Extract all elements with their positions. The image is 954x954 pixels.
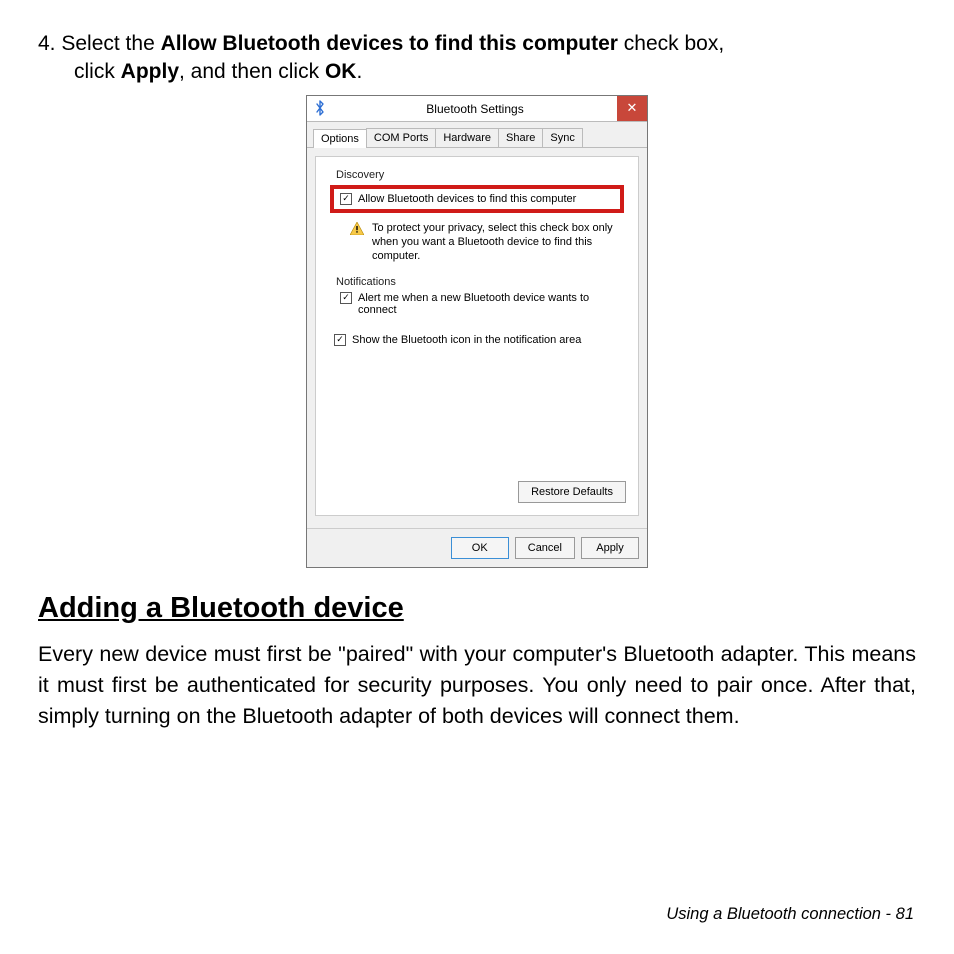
alert-label: Alert me when a new Bluetooth device wan…: [358, 292, 624, 316]
step-number: 4.: [38, 32, 56, 55]
allow-discovery-label: Allow Bluetooth devices to find this com…: [358, 193, 576, 205]
discovery-group-label: Discovery: [336, 169, 628, 181]
tab-share[interactable]: Share: [498, 128, 543, 147]
dialog-footer: OK Cancel Apply: [307, 528, 647, 567]
tab-options[interactable]: Options: [313, 129, 367, 148]
close-button[interactable]: ✕: [617, 96, 647, 121]
showicon-label: Show the Bluetooth icon in the notificat…: [352, 334, 581, 346]
step-bold-1: Allow Bluetooth devices to find this com…: [161, 32, 618, 55]
warning-icon: [350, 222, 364, 235]
bluetooth-settings-dialog: Bluetooth Settings ✕ Options COM Ports H…: [306, 95, 648, 568]
section-body: Every new device must first be "paired" …: [38, 639, 916, 733]
step-text-5: .: [356, 60, 362, 83]
apply-button[interactable]: Apply: [581, 537, 639, 559]
close-icon: ✕: [627, 100, 638, 116]
notifications-group-label: Notifications: [336, 276, 628, 288]
showicon-checkbox[interactable]: ✓: [334, 334, 346, 346]
privacy-warning-text: To protect your privacy, select this che…: [372, 221, 624, 264]
restore-defaults-button[interactable]: Restore Defaults: [518, 481, 626, 503]
tab-hardware[interactable]: Hardware: [435, 128, 499, 147]
step-bold-3: OK: [325, 60, 357, 83]
titlebar: Bluetooth Settings ✕: [307, 96, 647, 122]
ok-button[interactable]: OK: [451, 537, 509, 559]
privacy-warning: To protect your privacy, select this che…: [350, 221, 624, 264]
page-footer: Using a Bluetooth connection - 81: [666, 905, 914, 924]
cancel-button[interactable]: Cancel: [515, 537, 575, 559]
step-bold-2: Apply: [121, 60, 179, 83]
section-heading: Adding a Bluetooth device: [38, 592, 916, 625]
tab-com-ports[interactable]: COM Ports: [366, 128, 436, 147]
tab-row: Options COM Ports Hardware Share Sync: [307, 122, 647, 148]
tab-sync[interactable]: Sync: [542, 128, 582, 147]
bluetooth-icon: [307, 96, 333, 121]
dialog-title: Bluetooth Settings: [333, 96, 617, 121]
alert-checkbox[interactable]: ✓: [340, 292, 352, 304]
step-text-2: check box,: [618, 32, 724, 55]
allow-discovery-checkbox[interactable]: ✓: [340, 193, 352, 205]
step-text-3: click: [74, 60, 121, 83]
step-text-1: Select the: [61, 32, 160, 55]
highlight-allow-discovery: ✓ Allow Bluetooth devices to find this c…: [330, 185, 624, 213]
instruction-step: 4. Select the Allow Bluetooth devices to…: [38, 30, 916, 87]
step-text-4: , and then click: [179, 60, 325, 83]
